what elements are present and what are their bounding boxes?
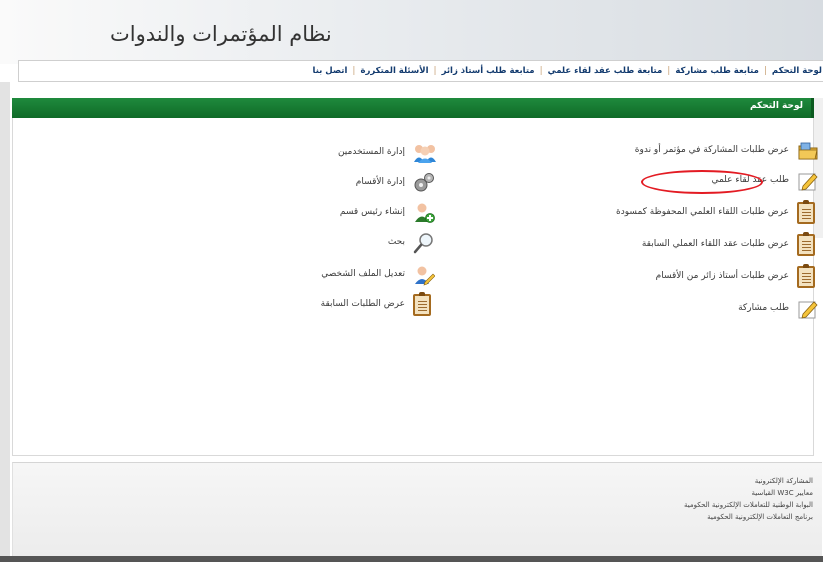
menu-item-view-previous-meeting-requests[interactable]: عرض طلبات عقد اللقاء العملي السابقة bbox=[641, 232, 817, 256]
nav-separator: | bbox=[433, 66, 437, 76]
menu-label: عرض طلبات المشاركة في مؤتمر أو ندوة bbox=[634, 145, 789, 155]
clipboard-icon bbox=[797, 232, 817, 256]
clipboard-icon bbox=[797, 264, 817, 288]
menu-item-manage-departments[interactable]: إدارة الأقسام bbox=[355, 172, 434, 192]
left-menu-column: إدارة المستخدمين إدارة الأقسام إنشاء رئي… bbox=[13, 118, 436, 458]
highlight-ellipse bbox=[641, 170, 763, 194]
footer-links: المشاركة الإلكترونية معايير W3C القياسية… bbox=[633, 475, 813, 523]
footer-link-egov-program[interactable]: برنامج التعاملات الإلكترونية الحكومية bbox=[633, 511, 813, 523]
users-icon bbox=[413, 142, 436, 163]
menu-label: طلب مشاركة bbox=[738, 303, 789, 313]
clipboard-icon bbox=[797, 200, 817, 224]
site-header: نظام المؤتمرات والندوات bbox=[0, 0, 823, 64]
menu-item-view-visiting-professor-requests[interactable]: عرض طلبات أستاذ زائر من الأقسام bbox=[655, 264, 817, 288]
menu-label: تعديل الملف الشخصي bbox=[321, 269, 405, 279]
menu-item-view-draft-meeting-requests[interactable]: عرض طلبات اللقاء العلمي المحفوظة كمسودة bbox=[616, 200, 817, 224]
nav-link-faq[interactable]: الأسئلة المتكررة bbox=[355, 66, 433, 76]
footer: المشاركة الإلكترونية معايير W3C القياسية… bbox=[12, 462, 822, 558]
dashboard-panel: عرض طلبات المشاركة في مؤتمر أو ندوة طلب … bbox=[12, 118, 818, 458]
nav-separator: | bbox=[539, 66, 543, 76]
menu-label: عرض الطلبات السابقة bbox=[320, 299, 405, 309]
menu-label: إدارة الأقسام bbox=[355, 177, 405, 187]
nav-separator: | bbox=[763, 66, 767, 76]
menu-item-request-participation[interactable]: طلب مشاركة bbox=[738, 298, 818, 319]
menu-label: بحث bbox=[387, 237, 405, 247]
nav-link-dashboard[interactable]: لوحة التحكم bbox=[767, 66, 823, 76]
clipboard-icon bbox=[413, 292, 433, 316]
right-menu-column: عرض طلبات المشاركة في مؤتمر أو ندوة طلب … bbox=[433, 118, 818, 458]
add-user-icon bbox=[413, 202, 435, 223]
menu-item-view-participation-requests[interactable]: عرض طلبات المشاركة في مؤتمر أو ندوة bbox=[634, 140, 818, 160]
folder-icon bbox=[797, 140, 818, 160]
nav-link-track-participation[interactable]: متابعة طلب مشاركة bbox=[670, 66, 764, 76]
menu-label: عرض طلبات أستاذ زائر من الأقسام bbox=[655, 271, 789, 281]
menu-item-search[interactable]: بحث bbox=[387, 232, 433, 254]
top-nav-bar: لوحة التحكم | متابعة طلب مشاركة | متابعة… bbox=[18, 60, 823, 82]
menu-label: إنشاء رئيس قسم bbox=[339, 207, 405, 217]
dashboard-panel-header: لوحة التحكم bbox=[12, 98, 814, 118]
menu-item-view-previous-requests[interactable]: عرض الطلبات السابقة bbox=[320, 292, 433, 316]
menu-label: عرض طلبات اللقاء العلمي المحفوظة كمسودة bbox=[616, 207, 789, 217]
menu-item-edit-profile[interactable]: تعديل الملف الشخصي bbox=[321, 264, 436, 286]
site-title: نظام المؤتمرات والندوات bbox=[110, 22, 332, 46]
nav-separator: | bbox=[667, 66, 671, 76]
menu-label: إدارة المستخدمين bbox=[337, 147, 405, 157]
footer-link-w3c-standards[interactable]: معايير W3C القياسية bbox=[633, 487, 813, 499]
magnifier-icon bbox=[413, 232, 433, 254]
edit-profile-icon bbox=[413, 264, 436, 286]
nav-link-contact[interactable]: اتصل بنا bbox=[308, 66, 353, 76]
pencil-icon bbox=[797, 170, 818, 191]
gears-icon bbox=[413, 172, 434, 192]
footer-link-national-portal[interactable]: البوابة الوطنية للتعاملات الإلكترونية ال… bbox=[633, 499, 813, 511]
menu-item-create-department-head[interactable]: إنشاء رئيس قسم bbox=[339, 202, 435, 223]
menu-label: عرض طلبات عقد اللقاء العملي السابقة bbox=[641, 239, 789, 249]
page-frame-left bbox=[0, 82, 10, 562]
nav-link-track-scientific-meeting[interactable]: متابعة طلب عقد لقاء علمي bbox=[543, 66, 668, 76]
menu-item-manage-users[interactable]: إدارة المستخدمين bbox=[337, 142, 436, 163]
nav-link-track-visiting-professor[interactable]: متابعة طلب أستاذ زائر bbox=[437, 66, 540, 76]
nav-separator: | bbox=[352, 66, 356, 76]
bottom-strip bbox=[0, 556, 823, 562]
pencil-icon bbox=[797, 298, 818, 319]
footer-link-e-participation[interactable]: المشاركة الإلكترونية bbox=[633, 475, 813, 487]
panel-title: لوحة التحكم bbox=[749, 101, 803, 111]
